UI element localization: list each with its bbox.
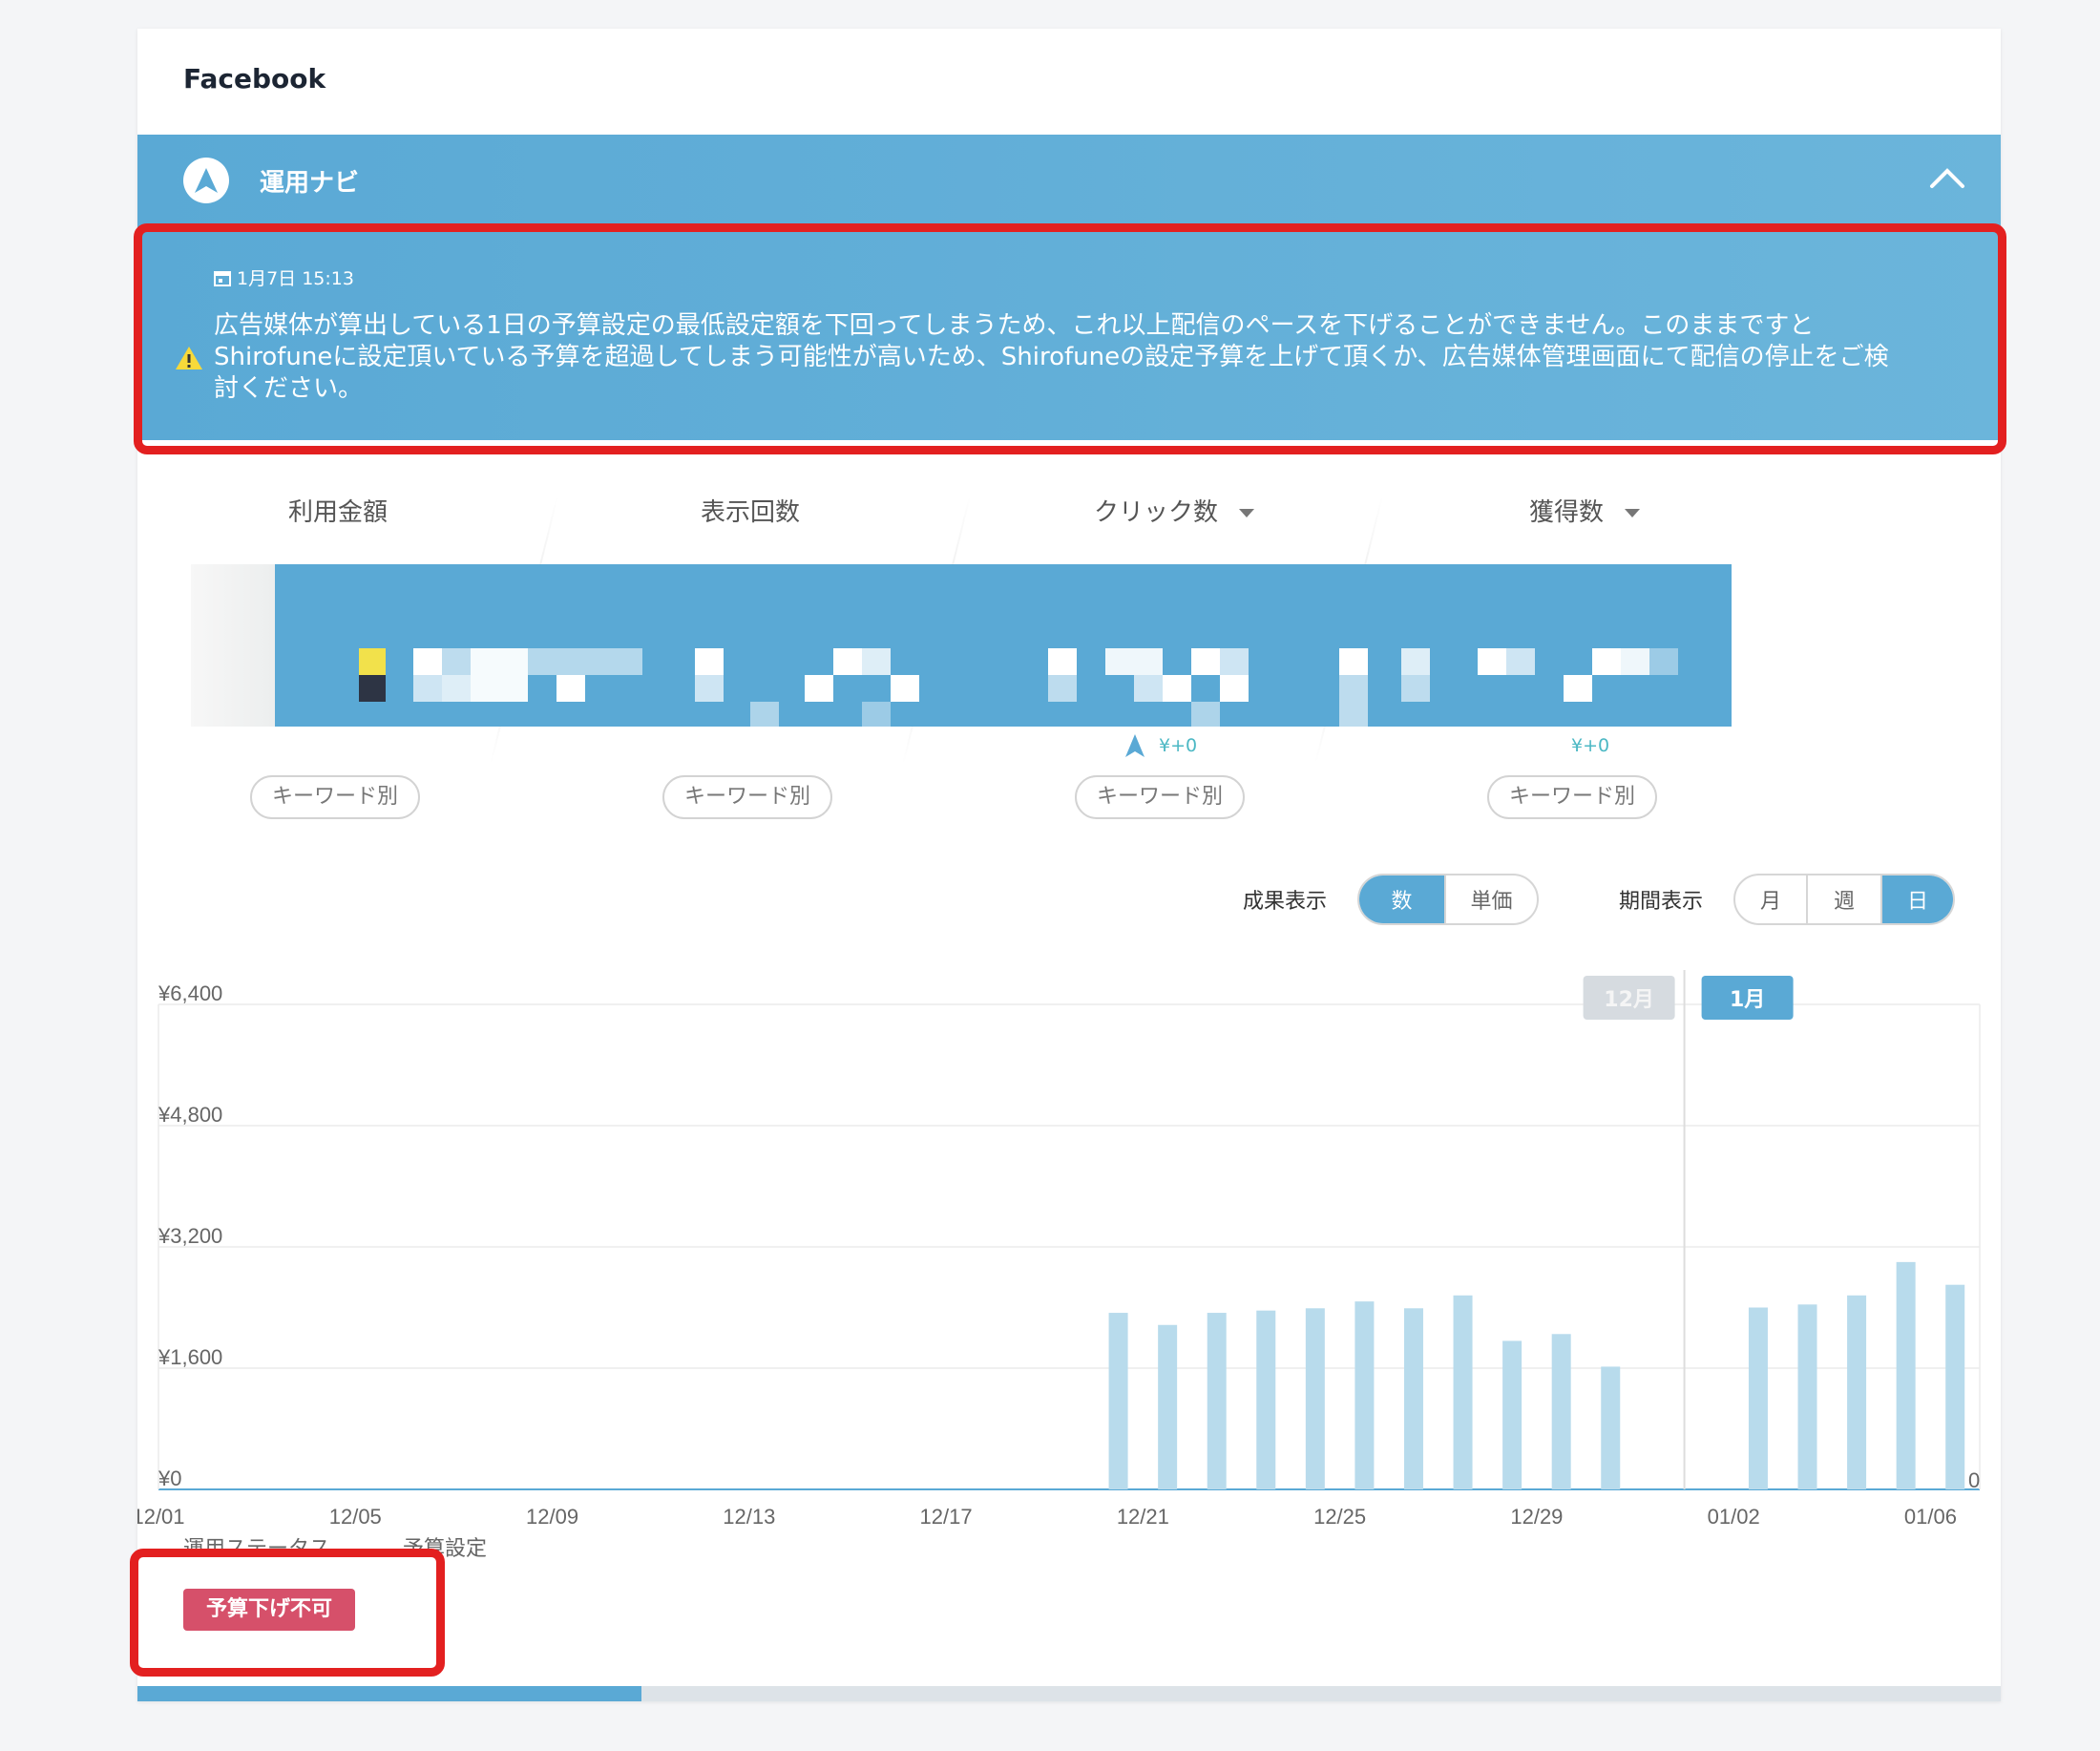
chart-bar bbox=[1453, 1295, 1473, 1489]
result-unit-price-option[interactable]: 単価 bbox=[1446, 876, 1537, 923]
metric-label-conversions[interactable]: 獲得数 bbox=[1441, 493, 1728, 528]
x-tick-label: 12/17 bbox=[920, 1505, 973, 1529]
x-tick-label: 12/13 bbox=[723, 1505, 775, 1529]
period-month-option[interactable]: 月 bbox=[1735, 876, 1808, 923]
chart-bar bbox=[1354, 1301, 1375, 1489]
x-tick-label: 12/09 bbox=[526, 1505, 578, 1529]
card-title: Facebook bbox=[183, 63, 326, 95]
navigation-arrow-icon bbox=[183, 158, 229, 203]
result-count-option[interactable]: 数 bbox=[1359, 876, 1447, 923]
chart-bar bbox=[1108, 1313, 1128, 1489]
metric-label-cost: 利用金額 bbox=[287, 498, 388, 527]
chart-bar bbox=[1403, 1308, 1423, 1489]
month-marker-label: 12月 bbox=[1604, 988, 1654, 1012]
highlight-frame-badge bbox=[130, 1549, 445, 1677]
chart-bar bbox=[1502, 1340, 1522, 1489]
x-tick-label: 01/02 bbox=[1708, 1505, 1760, 1529]
keyword-breakdown-button[interactable]: キーワード別 bbox=[250, 775, 420, 819]
y-tick-label: ¥1,600 bbox=[158, 1345, 222, 1369]
keyword-breakdown-button[interactable]: キーワード別 bbox=[1487, 775, 1657, 819]
scrollbar-thumb[interactable] bbox=[137, 1686, 641, 1701]
metric-label-impressions: 表示回数 bbox=[700, 498, 800, 527]
x-tick-label: 12/05 bbox=[329, 1505, 382, 1529]
caret-down-icon[interactable] bbox=[1239, 509, 1254, 517]
month-marker-december: 12月 bbox=[1583, 976, 1675, 1020]
chevron-up-icon[interactable] bbox=[1928, 163, 1966, 192]
y-tick-label: ¥4,800 bbox=[158, 1103, 222, 1127]
chart-bar bbox=[1207, 1313, 1227, 1489]
y-tick-label: ¥0 bbox=[158, 1466, 181, 1490]
keyword-breakdown-button[interactable]: キーワード別 bbox=[1075, 775, 1245, 819]
chart-bar bbox=[1601, 1366, 1621, 1489]
chart-bar bbox=[1256, 1310, 1276, 1489]
y-tick-label: ¥3,200 bbox=[158, 1224, 222, 1248]
metric-label-clicks[interactable]: クリック数 bbox=[1031, 493, 1317, 528]
month-marker-january: 1月 bbox=[1701, 976, 1794, 1020]
month-marker-label: 1月 bbox=[1730, 988, 1765, 1012]
daily-bar-chart: ¥6,400 ¥4,800 ¥3,200 ¥1,600 ¥0 0 12/01 12/05 12… bbox=[137, 970, 1981, 1529]
chart-bar bbox=[1847, 1295, 1867, 1489]
chart-bar bbox=[1945, 1284, 1965, 1489]
chart-bar bbox=[1896, 1261, 1916, 1489]
x-tick-label: 12/25 bbox=[1313, 1505, 1366, 1529]
period-display-toggle: 月 週 日 bbox=[1733, 874, 1955, 925]
x-tick-label: 01/06 bbox=[1904, 1505, 1957, 1529]
chart-bar bbox=[1158, 1324, 1178, 1489]
y-tick-label: ¥6,400 bbox=[158, 981, 222, 1005]
metric-delta-conversions: ¥+0 bbox=[1571, 735, 1610, 756]
highlight-frame-alert bbox=[134, 223, 2006, 454]
caret-down-icon[interactable] bbox=[1625, 509, 1640, 517]
right-axis-label: 0 bbox=[1968, 1468, 1980, 1492]
result-display-label: 成果表示 bbox=[1243, 890, 1328, 914]
chart-bar bbox=[1551, 1334, 1571, 1489]
period-day-option[interactable]: 日 bbox=[1882, 876, 1953, 923]
navi-header[interactable]: 運用ナビ bbox=[137, 135, 2001, 226]
x-tick-label: 12/21 bbox=[1117, 1505, 1169, 1529]
x-tick-label: 12/01 bbox=[137, 1505, 185, 1529]
x-tick-label: 12/29 bbox=[1510, 1505, 1563, 1529]
chart-bar bbox=[1748, 1307, 1768, 1489]
redacted-values-edge bbox=[191, 564, 275, 727]
result-display-toggle: 数 単価 bbox=[1357, 874, 1539, 925]
horizontal-scrollbar[interactable] bbox=[137, 1686, 2001, 1701]
period-display-label: 期間表示 bbox=[1619, 890, 1704, 914]
chart-bar bbox=[1305, 1308, 1325, 1489]
redacted-values bbox=[275, 564, 1732, 727]
navigation-arrow-icon bbox=[1124, 733, 1145, 763]
period-week-option[interactable]: 週 bbox=[1808, 876, 1882, 923]
chart-bar bbox=[1797, 1304, 1817, 1489]
keyword-breakdown-button[interactable]: キーワード別 bbox=[662, 775, 832, 819]
metric-delta-clicks: ¥+0 bbox=[1159, 735, 1198, 756]
navi-title: 運用ナビ bbox=[260, 169, 360, 198]
